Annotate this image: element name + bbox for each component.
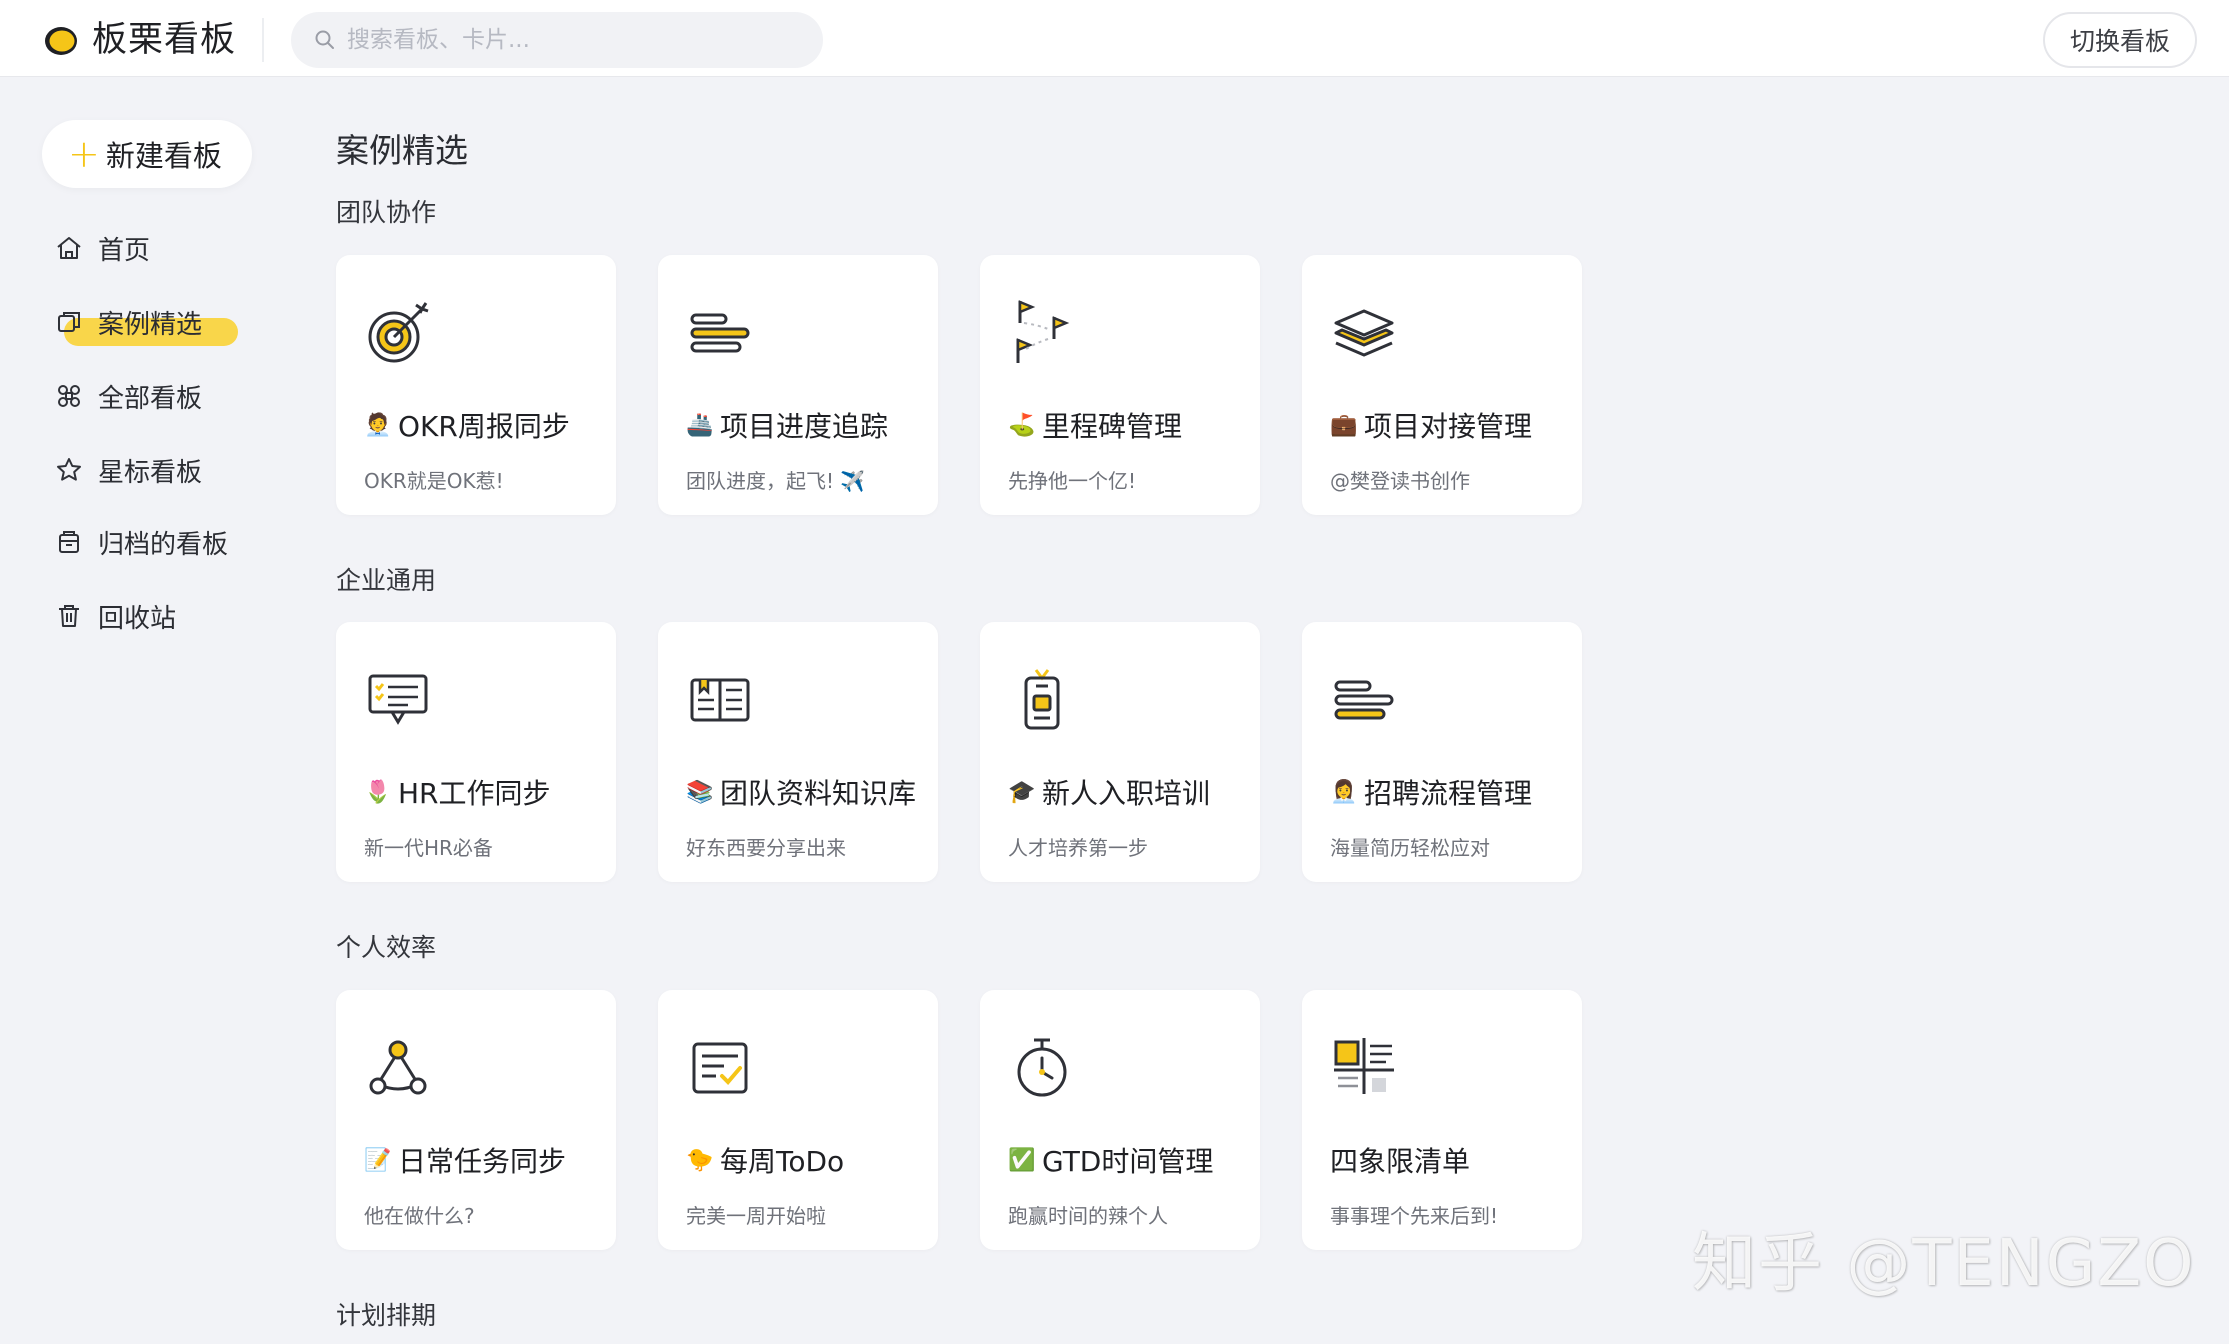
- sidebar-item-all-boards[interactable]: 全部看板: [54, 374, 202, 418]
- card-subtitle: 好东西要分享出来: [686, 836, 846, 860]
- new-board-label: 新建看板: [105, 139, 222, 173]
- template-card-milestone[interactable]: ⛳ 里程碑管理 先挣他一个亿!: [980, 255, 1260, 515]
- sidebar-item-featured[interactable]: 案例精选: [54, 300, 202, 344]
- card-subtitle: 团队进度，起飞! ✈️: [686, 469, 866, 493]
- card-title: 🚢 项目进度追踪: [686, 410, 889, 443]
- archive-icon: [59, 531, 79, 553]
- card-emoji: 🐤: [686, 1147, 714, 1173]
- template-card-weekly-todo[interactable]: 🐤 每周ToDo 完美一周开始啦: [658, 990, 938, 1250]
- card-emoji: ✅: [1008, 1147, 1036, 1173]
- sidebar-item-label: 回收站: [98, 603, 177, 634]
- sidebar-item-label: 归档的看板: [98, 529, 229, 560]
- template-card-recruiting[interactable]: 👩‍💼 招聘流程管理 海量简历轻松应对: [1302, 622, 1582, 882]
- template-card-quadrant[interactable]: 四象限清单 事事理个先来后到!: [1302, 990, 1582, 1250]
- card-title: 💼 项目对接管理: [1330, 410, 1533, 443]
- stopwatch-icon: [1017, 1038, 1067, 1097]
- template-card-okr[interactable]: 🧑‍💼 OKR周报同步 OKR就是OK惹!: [336, 255, 616, 515]
- progress-bars-icon: [690, 313, 750, 353]
- logo-icon: [45, 27, 77, 55]
- sidebar-item-archived[interactable]: 归档的看板: [54, 520, 228, 564]
- quadrant-icon: [1334, 1038, 1394, 1094]
- card-title: 👩‍💼 招聘流程管理: [1330, 777, 1533, 810]
- sidebar-item-label: 首页: [98, 235, 151, 266]
- card-subtitle: 海量简历轻松应对: [1330, 836, 1490, 860]
- template-card-project-progress[interactable]: 🚢 项目进度追踪 团队进度，起飞! ✈️: [658, 255, 938, 515]
- sidebar-item-trash[interactable]: 回收站: [54, 594, 176, 638]
- card-title: 🐤 每周ToDo: [686, 1145, 845, 1178]
- command-icon: [58, 385, 80, 407]
- template-card-daily-tasks[interactable]: 📝 日常任务同步 他在做什么?: [336, 990, 616, 1250]
- card-emoji: 📚: [686, 779, 714, 805]
- layers-icon: [1334, 309, 1394, 357]
- card-emoji: 🌷: [364, 779, 392, 805]
- card-title: 🌷 HR工作同步: [364, 777, 551, 810]
- watermark: 知乎 @TENGZO: [1692, 1227, 2196, 1301]
- card-subtitle: 事事理个先来后到!: [1330, 1204, 1499, 1228]
- network-icon: [369, 1040, 427, 1095]
- copy-icon: [58, 312, 80, 332]
- new-board-button[interactable]: + 新建看板: [42, 120, 252, 188]
- card-title: 🎓 新人入职培训: [1008, 777, 1211, 810]
- section-title-team: 团队协作: [336, 198, 437, 227]
- card-emoji: 🚢: [686, 412, 714, 438]
- card-emoji: 🧑‍💼: [364, 412, 392, 438]
- sidebar-item-starred[interactable]: 星标看板: [54, 448, 202, 492]
- card-subtitle: 先挣他一个亿!: [1008, 469, 1137, 493]
- sidebar-item-label: 案例精选: [98, 309, 203, 340]
- badge-icon: [1024, 669, 1060, 730]
- trash-icon: [59, 605, 79, 627]
- app-name: 板栗看板: [92, 20, 237, 60]
- search-box[interactable]: [291, 12, 823, 68]
- target-icon: [368, 302, 429, 363]
- sidebar-item-home[interactable]: 首页: [54, 226, 150, 270]
- flags-icon: [1016, 300, 1070, 363]
- card-emoji: ⛳: [1008, 412, 1036, 438]
- card-subtitle: @樊登读书创作: [1330, 469, 1470, 493]
- section-title-personal: 个人效率: [336, 933, 437, 962]
- page-title: 案例精选: [336, 131, 468, 170]
- template-card-project-handoff[interactable]: 💼 项目对接管理 @樊登读书创作: [1302, 255, 1582, 515]
- card-subtitle: OKR就是OK惹!: [364, 469, 504, 493]
- home-icon: [57, 237, 81, 259]
- sidebar-item-label: 全部看板: [98, 383, 203, 414]
- card-title: 🧑‍💼 OKR周报同步: [364, 410, 570, 443]
- card-title: 四象限清单: [1330, 1145, 1471, 1178]
- card-subtitle: 完美一周开始啦: [686, 1204, 826, 1228]
- switch-board-button[interactable]: 切换看板: [2043, 12, 2197, 68]
- plus-icon: +: [68, 132, 100, 176]
- card-emoji: 💼: [1330, 412, 1358, 438]
- app-logo[interactable]: 板栗看板: [42, 20, 236, 60]
- search-icon: [315, 30, 334, 49]
- checklist-icon: [692, 1042, 748, 1094]
- top-header: 板栗看板 切换看板: [0, 0, 2229, 77]
- card-subtitle: 跑赢时间的辣个人: [1008, 1204, 1168, 1228]
- card-title: ⛳ 里程碑管理: [1008, 410, 1183, 443]
- card-title: ✅ GTD时间管理: [1008, 1145, 1214, 1178]
- star-icon: [57, 458, 81, 481]
- card-subtitle: 新一代HR必备: [364, 836, 493, 860]
- section-title-planning: 计划排期: [336, 1301, 437, 1330]
- search-input[interactable]: [347, 27, 807, 53]
- section-title-enterprise: 企业通用: [336, 566, 437, 595]
- template-card-hr[interactable]: 🌷 HR工作同步 新一代HR必备: [336, 622, 616, 882]
- card-subtitle: 他在做什么?: [364, 1204, 475, 1228]
- card-title: 📚 团队资料知识库: [686, 777, 917, 810]
- card-emoji: 👩‍💼: [1330, 779, 1358, 805]
- card-title: 📝 日常任务同步: [364, 1145, 567, 1178]
- card-emoji: 🎓: [1008, 779, 1036, 805]
- template-card-gtd[interactable]: ✅ GTD时间管理 跑赢时间的辣个人: [980, 990, 1260, 1250]
- presentation-icon: [368, 674, 428, 725]
- sidebar-item-label: 星标看板: [98, 457, 203, 488]
- progress-bars-icon: [1334, 680, 1394, 720]
- card-subtitle: 人才培养第一步: [1008, 836, 1148, 860]
- template-card-onboarding[interactable]: 🎓 新人入职培训 人才培养第一步: [980, 622, 1260, 882]
- template-card-knowledge-base[interactable]: 📚 团队资料知识库 好东西要分享出来: [658, 622, 938, 882]
- header-divider: [262, 18, 264, 62]
- card-emoji: 📝: [364, 1147, 392, 1173]
- book-icon: [690, 678, 750, 722]
